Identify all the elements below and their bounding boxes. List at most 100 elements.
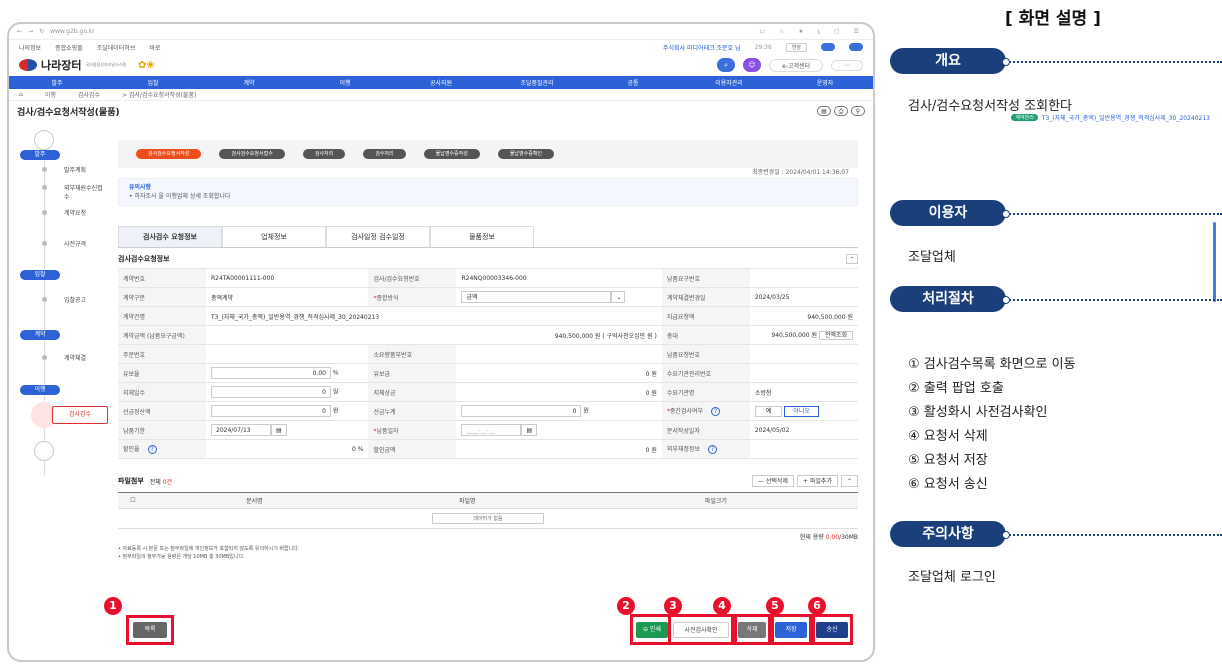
breadcrumb-level-3[interactable]: > 검사/검수요청서작성(물품) <box>122 90 196 99</box>
full-inquiry-button[interactable]: 전액조회 <box>818 330 853 340</box>
nav-item-user-admin[interactable]: 이용자관리 <box>681 78 777 87</box>
link-icon[interactable]: ⚲ <box>851 106 865 116</box>
tab-request-info[interactable]: 검사검수 요청정보 <box>118 226 222 247</box>
delay-days-field[interactable]: 0 일 <box>206 382 369 402</box>
logo-subtext: 국가종합전자조달시스템 <box>85 62 126 67</box>
home-icon[interactable]: ⌂ <box>19 91 23 98</box>
last-updated: 최종변경일 : 2024/04/01 14:36:07 <box>752 169 849 176</box>
collapse-icon[interactable]: ⌃ <box>846 254 858 264</box>
site-logo[interactable]: 나라장터 국가종합전자조달시스템 <box>19 57 126 73</box>
method-select[interactable]: 금액 ⌄ <box>456 287 662 307</box>
label-request-no: 검사/검수요청번호 <box>368 268 457 288</box>
select-all-checkbox[interactable]: ☐ <box>118 492 148 509</box>
nav-item-contract[interactable]: 계약 <box>201 78 297 87</box>
step-order-plan[interactable]: 발주계획 <box>64 165 86 174</box>
process-step-request-write[interactable]: 검사검수요청서작성 <box>136 149 202 159</box>
step-external-fund[interactable]: 외부재원수신접수 <box>64 183 104 201</box>
label-agency-mgmt-no: 수요기관관리번호 <box>661 363 750 383</box>
browser-bar: ← → ↻ www.g2b.go.kr ▭ ☆ ★ ⤓ ▢ ☰ <box>9 24 873 40</box>
advance-settle-field[interactable]: 0 원 <box>206 401 369 421</box>
topbar-item-data-hub[interactable]: 조달데이터허브 <box>97 43 136 52</box>
note-line: • 첨부파일의 첨부가능 용량은 개당 10MB 총 30MB입니다. <box>118 554 245 560</box>
user-menu-icon[interactable]: ☺ <box>743 58 762 72</box>
process-step-request-receive[interactable]: 검사검수요청서접수 <box>219 149 285 159</box>
process-step-receipt-write[interactable]: 물납영수증작성 <box>423 149 480 159</box>
extend-session-button[interactable]: 연장 <box>785 42 807 52</box>
forward-icon[interactable]: → <box>28 28 33 35</box>
tab-goods-info[interactable]: 물품정보 <box>430 226 534 247</box>
topbar-item-shortcut[interactable]: 바로 <box>149 43 160 52</box>
logout-icon[interactable] <box>821 43 835 51</box>
collapse-files-icon[interactable]: ⌃ <box>840 475 858 487</box>
delivery-date-field[interactable]: ____-__-__ ▤ <box>456 420 662 440</box>
print-page-icon[interactable]: ⎙ <box>834 106 848 116</box>
tab-schedule[interactable]: 검사일정 검수일정 <box>326 226 430 247</box>
table-row: 선금정산액 0 원 선금누계 0 원 *중간검사여부? 예 아니오 <box>118 401 858 421</box>
advance-total-field[interactable]: 0 원 <box>456 401 662 421</box>
step-pre-spec[interactable]: 사전규격 <box>64 239 86 248</box>
timeline-dot <box>42 241 47 246</box>
nav-item-construction[interactable]: 공사지원 <box>393 78 489 87</box>
empty-row: 데이터가 없음 <box>118 508 858 529</box>
topbar-item-shopping[interactable]: 종합쇼핑몰 <box>55 43 83 52</box>
stage-bid[interactable]: 입찰 <box>20 270 60 280</box>
topbar-item-my-info[interactable]: 나의정보 <box>19 43 41 52</box>
nav-item-order[interactable]: 발주 <box>9 78 105 87</box>
no-button[interactable]: 아니오 <box>784 405 819 417</box>
process-step-inspection[interactable]: 검사처리 <box>302 149 346 159</box>
label-mid-inspection: *중간검사여부? <box>661 401 750 421</box>
label-agency-name: 수요기관명 <box>661 382 750 402</box>
value-external-finance <box>749 439 858 459</box>
url-text[interactable]: www.g2b.go.kr <box>50 28 95 35</box>
value-contract-no: R24TA00001111-000 <box>206 268 369 288</box>
label-external-finance: 외부재정정보? <box>661 439 750 459</box>
value-contract-type: 총액계약 <box>206 287 369 307</box>
process-step-receipt-confirm[interactable]: 물납영수증확인 <box>497 149 555 159</box>
step-inspection-active[interactable]: 검사검수 <box>52 406 108 424</box>
value-contract-name: T3_(자체_국가_총액)_일반용역_경쟁_적격심사제_30_20240213 <box>206 306 662 326</box>
tab-company-info[interactable]: 업체정보 <box>222 226 326 247</box>
help-icon[interactable]: ? <box>707 445 717 454</box>
back-icon[interactable]: ← <box>17 28 22 35</box>
power-icon[interactable] <box>849 43 863 51</box>
customer-center-button[interactable]: e-고객센터 <box>769 58 823 72</box>
nav-item-operator[interactable]: 운영자 <box>777 78 873 87</box>
breadcrumb-level-1[interactable]: 이행 <box>45 90 56 99</box>
label-contract-no: 계약번호 <box>118 268 206 288</box>
stage-contract[interactable]: 계약 <box>20 330 60 340</box>
browser-tools[interactable]: ▭ ☆ ★ ⤓ ▢ ☰ <box>759 28 865 36</box>
label-method: *종합방식 <box>368 287 457 307</box>
extra-menu-icon[interactable]: ⋯ <box>831 59 863 71</box>
add-file-button[interactable]: + 파일추가 <box>796 475 838 487</box>
step-contract-request[interactable]: 계약요청 <box>64 208 86 217</box>
retention-rate-field[interactable]: 0.00 % <box>206 363 369 383</box>
highlight-box-send <box>812 614 853 645</box>
search-icon[interactable]: ⌕ <box>717 58 736 72</box>
help-icon[interactable]: ? <box>710 407 720 416</box>
stage-order[interactable]: 발주 <box>20 150 60 160</box>
badge-6: 6 <box>808 597 826 615</box>
logo-text: 나라장터 <box>41 59 82 72</box>
scrollbar[interactable] <box>1213 222 1216 302</box>
value-item-no <box>456 344 662 364</box>
yes-button[interactable]: 예 <box>754 405 783 417</box>
help-icon[interactable]: ? <box>147 445 157 454</box>
nav-item-bid[interactable]: 입찰 <box>105 78 201 87</box>
step-bid-notice[interactable]: 입찰공고 <box>64 295 86 304</box>
nav-item-quality[interactable]: 조달품질관리 <box>489 78 585 87</box>
process-sidebar: 발주 발주계획 외부재원수신접수 계약요청 사전규격 입찰 입찰공고 계약 계약… <box>8 130 110 655</box>
process-step-acceptance[interactable]: 검수처리 <box>363 149 406 159</box>
step-contract-sign[interactable]: 계약체결 <box>64 353 86 362</box>
refresh-icon[interactable]: ↻ <box>39 28 44 35</box>
stage-execution[interactable]: 이행 <box>20 385 60 395</box>
delete-selected-button[interactable]: — 선택삭제 <box>751 475 794 487</box>
badge-3: 3 <box>664 597 682 615</box>
value-delivery-req-no <box>749 268 858 288</box>
nav-item-common[interactable]: 공통 <box>585 78 681 87</box>
breadcrumb-level-2[interactable]: 검사검수 <box>78 90 100 99</box>
caution-text: 조달업체 로그인 <box>908 570 996 585</box>
attachment-notes: • 자료등록 시 본문 또는 첨부파일에 개인정보가 포함되지 않도록 유의하시… <box>118 545 858 561</box>
nav-item-execution[interactable]: 이행 <box>297 78 393 87</box>
due-date-field[interactable]: 2024/07/13 ▤ <box>206 420 369 440</box>
manual-icon[interactable]: ▤ <box>817 106 831 116</box>
